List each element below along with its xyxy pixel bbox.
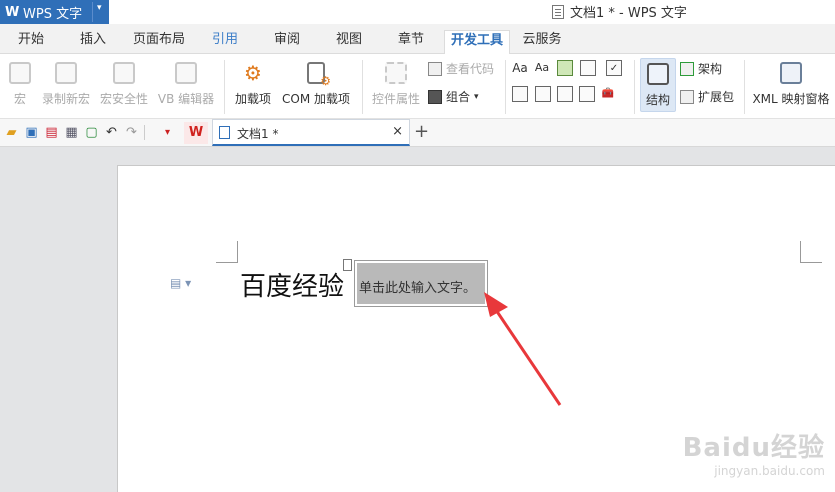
document-workspace: ▤ ▾ 百度经验 单击此处输入文字。 Baidu经验 jingyan.baidu… <box>0 147 835 492</box>
export-pdf-icon[interactable]: ▤ <box>44 125 59 140</box>
redo-icon[interactable]: ↷ <box>124 125 139 140</box>
structure-icon <box>647 63 669 85</box>
annotation-arrow <box>484 292 562 406</box>
tab-home[interactable]: 开始 <box>6 30 56 54</box>
tab-cloud[interactable]: 云服务 <box>514 30 570 54</box>
com-addins-label: COM 加载项 <box>282 92 350 106</box>
macro-button[interactable]: 宏 <box>6 62 34 107</box>
control-properties-button[interactable]: 控件属性 <box>370 62 422 107</box>
ribbon-developer: 宏 录制新宏 宏安全性 VB 编辑器 ⚙ 加载项 COM 加载项 控件属性 查看… <box>0 54 835 119</box>
tab-section[interactable]: 章节 <box>386 30 436 54</box>
gear-icon: ⚙ <box>244 61 262 85</box>
tab-developer[interactable]: 开发工具 <box>444 30 510 54</box>
chevron-down-icon[interactable]: ▾ <box>97 3 102 13</box>
ribbon-divider <box>505 60 506 114</box>
group-button[interactable]: 组合 ▾ <box>428 88 479 105</box>
wps-home-icon[interactable]: W <box>184 122 208 144</box>
tab-review[interactable]: 审阅 <box>262 30 312 54</box>
record-macro-button[interactable]: 录制新宏 <box>40 62 92 107</box>
structure-button[interactable]: 结构 <box>640 58 676 112</box>
app-name: WPS 文字 <box>23 6 83 22</box>
picture-control-icon[interactable] <box>557 60 573 76</box>
macro-icon <box>9 62 31 84</box>
control-properties-icon <box>385 62 407 84</box>
legacy-tools-icon[interactable]: 🧰 <box>600 86 616 102</box>
view-code-icon <box>428 61 442 76</box>
vb-editor-label: VB 编辑器 <box>157 92 215 106</box>
window-title: 文档1 * - WPS 文字 <box>552 2 687 21</box>
control-properties-label: 控件属性 <box>371 92 420 106</box>
print-icon[interactable]: ▦ <box>64 125 79 140</box>
schema-icon <box>680 61 694 76</box>
annotation-arrow-line <box>492 306 562 406</box>
record-macro-label: 录制新宏 <box>41 92 90 106</box>
view-code-button[interactable]: 查看代码 <box>428 60 494 77</box>
schema-button[interactable]: 架构 <box>680 60 722 77</box>
ribbon-divider <box>224 60 225 114</box>
macro-security-label: 宏安全性 <box>99 92 148 106</box>
ribbon-tabs: 开始 插入 页面布局 引用 审阅 视图 章节 开发工具 云服务 <box>0 24 835 54</box>
window-title-text: 文档1 * - WPS 文字 <box>570 6 687 21</box>
undo-icon[interactable]: ↶ <box>104 125 119 140</box>
vb-editor-button[interactable]: VB 编辑器 <box>156 62 216 107</box>
document-tab[interactable]: 文档1 * × <box>212 119 410 146</box>
macro-label: 宏 <box>13 92 26 106</box>
open-folder-icon[interactable]: ▰ <box>4 125 19 140</box>
date-picker-control-icon[interactable] <box>557 86 573 102</box>
tab-insert[interactable]: 插入 <box>68 30 118 54</box>
addins-button[interactable]: ⚙ 加载项 <box>232 62 274 107</box>
com-addins-button[interactable]: COM 加载项 <box>280 62 352 107</box>
ribbon-divider <box>634 60 635 114</box>
shield-icon <box>113 62 135 84</box>
chevron-down-icon: ▾ <box>474 91 479 102</box>
combo-box-control-icon[interactable] <box>512 86 528 102</box>
wps-logo-icon: W <box>5 4 20 20</box>
tab-page-layout[interactable]: 页面布局 <box>126 30 192 54</box>
app-menu-divider <box>92 2 93 22</box>
toolbar-divider <box>144 125 145 140</box>
annotation-arrow-head <box>484 292 508 317</box>
ribbon-divider <box>362 60 363 114</box>
word-document-icon <box>219 126 230 139</box>
tab-references[interactable]: 引用 <box>200 30 250 54</box>
plain-text-control-icon[interactable]: Aa <box>534 60 550 76</box>
schema-label: 架构 <box>698 62 723 76</box>
customize-toolbar-icon[interactable]: ▾ <box>160 125 175 140</box>
macro-security-button[interactable]: 宏安全性 <box>98 62 150 107</box>
building-block-control-icon[interactable] <box>580 60 596 76</box>
group-icon <box>428 89 442 104</box>
quick-access-toolbar: ▰ ▣ ▤ ▦ ▢ ↶ ↷ ▾ W 文档1 * × + <box>0 119 835 147</box>
com-addin-icon <box>307 62 331 88</box>
document-icon <box>552 4 564 19</box>
addins-label: 加载项 <box>234 92 271 106</box>
new-tab-button[interactable]: + <box>414 121 429 142</box>
xml-mapping-button[interactable]: XML 映射窗格 <box>750 62 832 107</box>
save-icon[interactable]: ▣ <box>24 125 39 140</box>
xml-mapping-icon <box>780 62 802 84</box>
print-preview-icon[interactable]: ▢ <box>84 125 99 140</box>
record-macro-icon <box>55 62 77 84</box>
repeating-section-control-icon[interactable] <box>579 86 595 102</box>
close-icon[interactable]: × <box>392 124 403 139</box>
rich-text-control-icon[interactable]: Aa <box>512 60 528 76</box>
view-code-label: 查看代码 <box>446 62 495 76</box>
checkbox-control-icon[interactable]: ✓ <box>606 60 622 76</box>
dropdown-list-control-icon[interactable] <box>535 86 551 102</box>
vb-editor-icon <box>175 62 197 84</box>
ribbon-divider <box>744 60 745 114</box>
expansion-pack-icon <box>680 89 694 104</box>
xml-mapping-label: XML 映射窗格 <box>752 92 830 106</box>
title-bar: W WPS 文字 ▾ 文档1 * - WPS 文字 <box>0 0 835 24</box>
expansion-pack-label: 扩展包 <box>698 90 735 104</box>
group-label: 组合 <box>446 90 471 104</box>
document-tab-label: 文档1 * <box>237 127 279 141</box>
app-menu-button[interactable]: W WPS 文字 ▾ <box>0 0 109 24</box>
structure-label: 结构 <box>645 93 670 107</box>
expansion-pack-button[interactable]: 扩展包 <box>680 88 734 105</box>
tab-view[interactable]: 视图 <box>324 30 374 54</box>
